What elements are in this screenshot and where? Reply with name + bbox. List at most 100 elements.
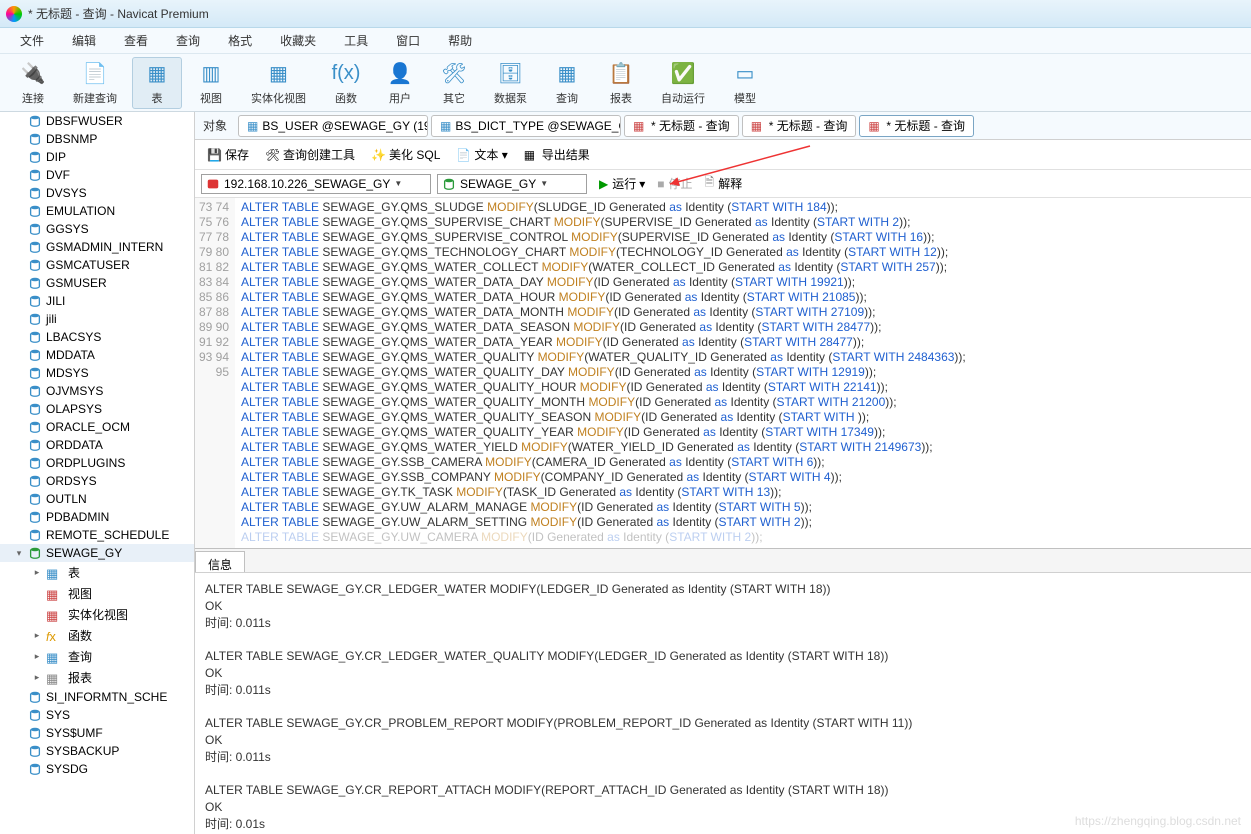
result-sql: ALTER TABLE SEWAGE_GY.CR_PROBLEM_REPORT … (205, 715, 1241, 732)
db-item[interactable]: GSMADMIN_INTERN (0, 238, 194, 256)
code-area[interactable]: ALTER TABLE SEWAGE_GY.QMS_SLUDGE MODIFY(… (235, 198, 1251, 548)
db-item[interactable]: SYSDG (0, 760, 194, 778)
tool-label: 新建查询 (73, 90, 117, 106)
run-button[interactable]: ▶ 运行 ▾ (593, 175, 651, 192)
text-button[interactable]: 📄文本 ▾ (450, 146, 513, 163)
info-tab[interactable]: 信息 (195, 551, 245, 572)
view-icon: ▥ (197, 60, 225, 88)
db-item[interactable]: ORDSYS (0, 472, 194, 490)
sql-editor[interactable]: 73 74 75 76 77 78 79 80 81 82 83 84 85 8… (195, 198, 1251, 548)
tab[interactable]: ▦* 无标题 - 查询 (859, 115, 974, 137)
save-button[interactable]: 💾保存 (201, 146, 255, 163)
db-item[interactable]: DVSYS (0, 184, 194, 202)
db-label: GSMCATUSER (46, 258, 130, 272)
db-item[interactable]: SI_INFORMTN_SCHE (0, 688, 194, 706)
db-item[interactable]: ORDDATA (0, 436, 194, 454)
tree-table[interactable]: ▸▦表 (46, 562, 194, 583)
expand-icon[interactable]: ▾ (14, 548, 24, 559)
sidebar[interactable]: DBSFWUSERDBSNMPDIPDVFDVSYSEMULATIONGGSYS… (0, 112, 195, 834)
new-query-button[interactable]: 📄新建查询 (62, 57, 128, 109)
db-item[interactable]: EMULATION (0, 202, 194, 220)
expand-icon[interactable]: ▸ (32, 651, 42, 662)
tab-label: BS_USER @SEWAGE_GY (19... (262, 119, 428, 133)
explain-button[interactable]: 🗎 解释 (699, 173, 749, 194)
db-item[interactable]: OJVMSYS (0, 382, 194, 400)
server-select[interactable]: 192.168.10.226_SEWAGE_GY ▼ (201, 174, 431, 194)
menu-窗口[interactable]: 窗口 (382, 32, 434, 49)
builder-button[interactable]: 🛠查询创建工具 (259, 146, 361, 163)
tree-query[interactable]: ▸▦查询 (46, 646, 194, 667)
tab[interactable]: ▦BS_DICT_TYPE @SEWAGE_G... (431, 115, 621, 137)
tab[interactable]: ▦BS_USER @SEWAGE_GY (19... (238, 115, 428, 137)
report-icon: 📋 (607, 60, 635, 88)
db-item[interactable]: LBACSYS (0, 328, 194, 346)
menu-查询[interactable]: 查询 (162, 32, 214, 49)
db-item[interactable]: JILI (0, 292, 194, 310)
stop-button[interactable]: ■ 停止 (651, 175, 698, 192)
tree-label: 视图 (68, 585, 92, 602)
objects-label[interactable]: 对象 (195, 117, 235, 134)
query-icon: ▦ (553, 60, 581, 88)
db-item[interactable]: DVF (0, 166, 194, 184)
db-item[interactable]: SYSBACKUP (0, 742, 194, 760)
db-label: SYS (46, 708, 70, 722)
db-item[interactable]: DBSFWUSER (0, 112, 194, 130)
db-item[interactable]: jili (0, 310, 194, 328)
db-item[interactable]: MDSYS (0, 364, 194, 382)
expand-icon[interactable]: ▸ (32, 630, 42, 641)
tree-label: 表 (68, 564, 80, 581)
other-button[interactable]: 🛠其它 (429, 57, 479, 109)
tool-label: 其它 (443, 90, 465, 106)
menu-格式[interactable]: 格式 (214, 32, 266, 49)
tree-mview[interactable]: ▦实体化视图 (46, 604, 194, 625)
db-label: MDDATA (46, 348, 95, 362)
table-button[interactable]: ▦表 (132, 57, 182, 109)
db-item[interactable]: SYS$UMF (0, 724, 194, 742)
tree-fx[interactable]: ▸fx函数 (46, 625, 194, 646)
db-item-selected[interactable]: ▾SEWAGE_GY (0, 544, 194, 562)
export-button[interactable]: ▦导出结果 (518, 146, 596, 163)
function-button[interactable]: f(x)函数 (321, 57, 371, 109)
db-item[interactable]: REMOTE_SCHEDULE (0, 526, 194, 544)
db-item[interactable]: GGSYS (0, 220, 194, 238)
menu-查看[interactable]: 查看 (110, 32, 162, 49)
model-button[interactable]: ▭模型 (720, 57, 770, 109)
expand-icon[interactable]: ▸ (32, 567, 42, 578)
menu-帮助[interactable]: 帮助 (434, 32, 486, 49)
db-item[interactable]: DIP (0, 148, 194, 166)
menu-文件[interactable]: 文件 (6, 32, 58, 49)
view-button[interactable]: ▥视图 (186, 57, 236, 109)
menu-收藏夹[interactable]: 收藏夹 (266, 32, 330, 49)
db-item[interactable]: PDBADMIN (0, 508, 194, 526)
stop-icon: ■ (657, 177, 664, 191)
tab[interactable]: ▦* 无标题 - 查询 (742, 115, 857, 137)
expand-icon[interactable]: ▸ (32, 672, 42, 683)
db-item[interactable]: SYS (0, 706, 194, 724)
tree-report[interactable]: ▸▦报表 (46, 667, 194, 688)
db-item[interactable]: DBSNMP (0, 130, 194, 148)
mview-button[interactable]: ▦实体化视图 (240, 57, 317, 109)
query-button[interactable]: ▦查询 (542, 57, 592, 109)
db-item[interactable]: OLAPSYS (0, 400, 194, 418)
menu-编辑[interactable]: 编辑 (58, 32, 110, 49)
db-item[interactable]: GSMCATUSER (0, 256, 194, 274)
watermark: https://zhengqing.blog.csdn.net (1075, 814, 1241, 828)
db-item[interactable]: MDDATA (0, 346, 194, 364)
tree-view[interactable]: ▦视图 (46, 583, 194, 604)
beautify-button[interactable]: ✨美化 SQL (365, 146, 446, 163)
qt-label: 美化 SQL (389, 146, 440, 163)
db-item[interactable]: ORDPLUGINS (0, 454, 194, 472)
db-item[interactable]: OUTLN (0, 490, 194, 508)
report-button[interactable]: 📋 报表 (596, 57, 646, 109)
db-item[interactable]: GSMUSER (0, 274, 194, 292)
auto-run-button[interactable]: ✅自动运行 (650, 57, 716, 109)
user-button[interactable]: 👤用户 (375, 57, 425, 109)
schema-select[interactable]: SEWAGE_GY ▼ (437, 174, 587, 194)
result-body[interactable]: ALTER TABLE SEWAGE_GY.CR_LEDGER_WATER MO… (195, 573, 1251, 834)
db-item[interactable]: ORACLE_OCM (0, 418, 194, 436)
connect-button[interactable]: 🔌连接 (8, 57, 58, 109)
pump-button[interactable]: 🗄数据泵 (483, 57, 538, 109)
tab[interactable]: ▦* 无标题 - 查询 (624, 115, 739, 137)
tool-label: 报表 (610, 90, 632, 106)
menu-工具[interactable]: 工具 (330, 32, 382, 49)
